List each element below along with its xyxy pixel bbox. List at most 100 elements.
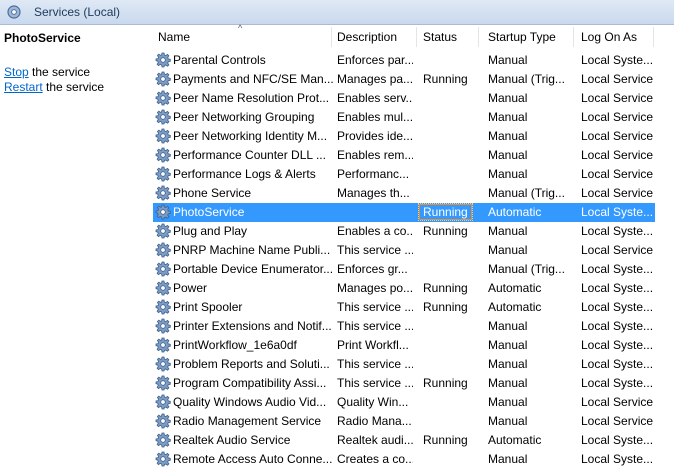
service-gear-icon xyxy=(155,90,171,106)
service-status-cell: Running xyxy=(423,224,468,238)
column-divider[interactable] xyxy=(653,27,654,47)
service-row[interactable]: Quality Windows Audio Vid... Quality Win.… xyxy=(153,393,655,412)
service-row[interactable]: Radio Management Service Radio Mana... Man… xyxy=(153,412,655,431)
services-header: Services (Local) xyxy=(0,0,674,25)
service-log-on-as-cell: Local Syste... xyxy=(581,53,654,67)
column-header-startup-type[interactable]: Startup Type xyxy=(488,30,556,44)
selected-service-name: PhotoService xyxy=(4,31,81,45)
service-description-cell: Realtek audi... xyxy=(337,433,413,447)
service-log-on-as-cell: Local Service xyxy=(581,110,654,124)
column-header-description[interactable]: Description xyxy=(337,30,397,44)
column-header-status[interactable]: Status xyxy=(423,30,457,44)
service-row[interactable]: Parental Controls Enforces par... Manual Lo… xyxy=(153,51,655,70)
service-gear-icon xyxy=(155,242,171,258)
column-divider[interactable] xyxy=(478,27,479,47)
service-gear-icon xyxy=(155,147,171,163)
service-status-cell: Running xyxy=(423,281,468,295)
service-log-on-as-cell: Local Service xyxy=(581,186,654,200)
service-log-on-as-cell: Local Syste... xyxy=(581,357,654,371)
service-name-cell: Power xyxy=(173,281,208,295)
service-status-cell: Running xyxy=(423,300,468,314)
services-gear-icon xyxy=(7,5,21,19)
service-name-cell: Peer Networking Identity M... xyxy=(173,129,328,143)
service-startup-type-cell: Manual xyxy=(488,357,528,371)
service-description-cell: Enables mul... xyxy=(337,110,413,124)
service-row[interactable]: Print Spooler This service ... Running Auto… xyxy=(153,298,655,317)
service-description-cell: This service ... xyxy=(337,319,413,333)
service-gear-icon xyxy=(155,432,171,448)
service-gear-icon xyxy=(155,128,171,144)
service-row[interactable]: PhotoService Running Automatic Local Syste.… xyxy=(153,203,655,222)
service-gear-icon xyxy=(155,451,171,467)
restart-service-link[interactable]: Restart xyxy=(4,80,43,94)
restart-action: Restart the service xyxy=(4,80,104,94)
service-row[interactable]: Plug and Play Enables a co... Running Manua… xyxy=(153,222,655,241)
service-description-cell: This service ... xyxy=(337,243,413,257)
service-log-on-as-cell: Local Syste... xyxy=(581,281,654,295)
service-startup-type-cell: Automatic xyxy=(488,300,542,314)
service-gear-icon xyxy=(155,337,171,353)
service-log-on-as-cell: Local Service xyxy=(581,129,654,143)
service-name-cell: Payments and NFC/SE Man... xyxy=(173,72,333,86)
service-startup-type-cell: Manual xyxy=(488,129,528,143)
service-status-cell: Running xyxy=(423,433,468,447)
service-log-on-as-cell: Local Service xyxy=(581,243,654,257)
service-description-cell: Quality Win... xyxy=(337,395,409,409)
stop-action: Stop the service xyxy=(4,65,90,79)
service-log-on-as-cell: Local Syste... xyxy=(581,452,654,466)
service-description-cell: Manages th... xyxy=(337,186,410,200)
column-divider[interactable] xyxy=(331,27,332,47)
service-row[interactable]: Payments and NFC/SE Man... Manages pa... R… xyxy=(153,70,655,89)
service-status-cell: Running xyxy=(423,376,468,390)
service-row[interactable]: Printer Extensions and Notif... This serv… xyxy=(153,317,655,336)
service-row[interactable]: Phone Service Manages th... Manual (Trig..… xyxy=(153,184,655,203)
stop-action-text: the service xyxy=(28,65,91,79)
service-startup-type-cell: Manual xyxy=(488,319,528,333)
service-startup-type-cell: Automatic xyxy=(488,433,542,447)
service-description-cell: Enables rem... xyxy=(337,148,413,162)
service-log-on-as-cell: Local Syste... xyxy=(581,376,654,390)
service-row[interactable]: Realtek Audio Service Realtek audi... Runn… xyxy=(153,431,655,450)
service-log-on-as-cell: Local Syste... xyxy=(581,205,654,219)
service-row[interactable]: Peer Networking Identity M... Provides id… xyxy=(153,127,655,146)
column-divider[interactable] xyxy=(416,27,417,47)
service-name-cell: PrintWorkflow_1e6a0df xyxy=(173,338,297,352)
service-row[interactable]: Program Compatibility Assi... This servic… xyxy=(153,374,655,393)
service-log-on-as-cell: Local Syste... xyxy=(581,433,654,447)
service-row[interactable]: Performance Logs & Alerts Performanc... Ma… xyxy=(153,165,655,184)
column-header-log-on-as[interactable]: Log On As xyxy=(581,30,637,44)
service-row[interactable]: Power Manages po... Running Automatic Local … xyxy=(153,279,655,298)
service-gear-icon xyxy=(155,71,171,87)
service-startup-type-cell: Automatic xyxy=(488,205,542,219)
service-description-cell: Manages pa... xyxy=(337,72,413,86)
service-name-cell: Print Spooler xyxy=(173,300,243,314)
column-divider[interactable] xyxy=(573,27,574,47)
service-log-on-as-cell: Local Syste... xyxy=(581,224,654,238)
service-startup-type-cell: Manual xyxy=(488,395,528,409)
service-description-cell: This service ... xyxy=(337,300,413,314)
service-startup-type-cell: Manual (Trig... xyxy=(488,262,565,276)
service-row[interactable]: Peer Name Resolution Prot... Enables serv… xyxy=(153,89,655,108)
column-header-name[interactable]: Name xyxy=(158,30,190,44)
service-row[interactable]: PNRP Machine Name Publi... This service .… xyxy=(153,241,655,260)
service-startup-type-cell: Manual xyxy=(488,53,528,67)
service-gear-icon xyxy=(155,413,171,429)
service-description-cell: Provides ide... xyxy=(337,129,413,143)
service-description-cell: Manages po... xyxy=(337,281,413,295)
service-description-cell: This service ... xyxy=(337,357,413,371)
service-status-cell: Running xyxy=(423,72,468,86)
service-row[interactable]: Remote Access Auto Conne... Creates a co.… xyxy=(153,450,655,469)
service-gear-icon xyxy=(155,318,171,334)
service-row[interactable]: Problem Reports and Soluti... This servic… xyxy=(153,355,655,374)
service-row[interactable]: Performance Counter DLL ... Enables rem..… xyxy=(153,146,655,165)
service-row[interactable]: Peer Networking Grouping Enables mul... Ma… xyxy=(153,108,655,127)
service-row[interactable]: Portable Device Enumerator... Enforces gr… xyxy=(153,260,655,279)
service-gear-icon xyxy=(155,299,171,315)
service-row[interactable]: PrintWorkflow_1e6a0df Print Workfl... Manu… xyxy=(153,336,655,355)
service-description-cell: Performanc... xyxy=(337,167,410,181)
service-startup-type-cell: Manual xyxy=(488,376,528,390)
service-startup-type-cell: Manual xyxy=(488,167,528,181)
stop-service-link[interactable]: Stop xyxy=(4,65,29,79)
service-description-cell: Print Workfl... xyxy=(337,338,409,352)
service-gear-icon xyxy=(155,223,171,239)
